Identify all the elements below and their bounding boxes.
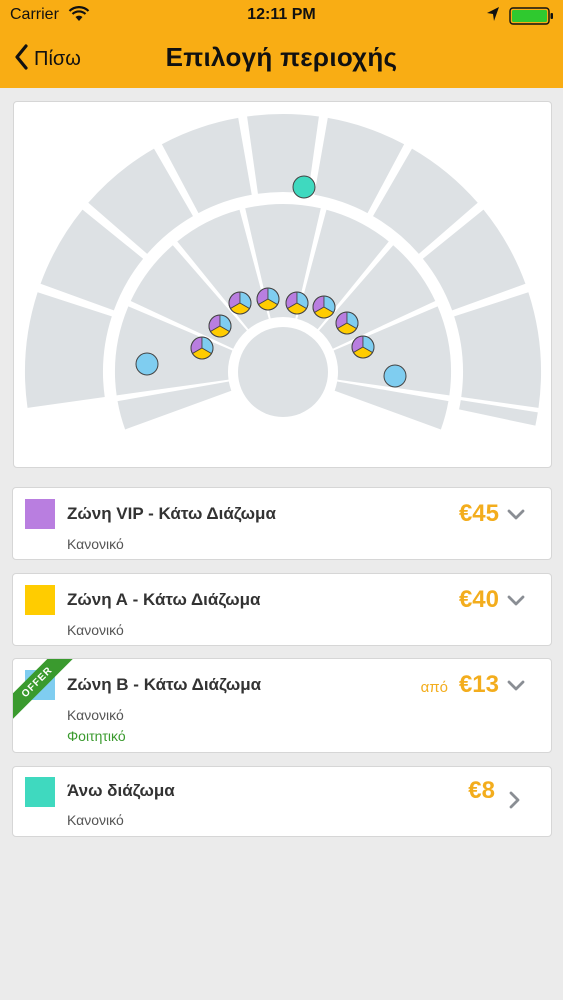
zone-a-ticket-type: Κανονικό [67,622,124,638]
zone-vip-ticket-type: Κανονικό [67,536,124,552]
zone-marker[interactable] [312,295,336,319]
zone-marker[interactable] [228,291,252,315]
zone-marker[interactable] [335,311,359,335]
zone-row-a[interactable]: Ζώνη Α - Κάτω Διάζωμα Κανονικό €40 [12,573,552,646]
zone-upper-ticket-type: Κανονικό [67,812,124,828]
chevron-down-icon[interactable] [507,508,525,526]
theater-map [25,114,541,430]
zone-marker[interactable] [256,287,280,311]
zone-marker[interactable] [208,314,232,338]
zone-a-swatch [25,585,55,615]
zone-row-b[interactable]: OFFER Ζώνη Β - Κάτω Διάζωμα Κανονικό Φοι… [12,658,552,753]
zone-row-upper[interactable]: Άνω διάζωμα Κανονικό €8 [12,766,552,837]
zone-vip-price: €45 [458,500,499,527]
zone-b-ticket-type: Κανονικό [67,707,124,723]
zone-a-price: €40 [458,586,499,613]
status-bar: Carrier 12:11 PM [0,0,563,30]
zone-b-marker[interactable] [135,352,159,376]
outer-sector[interactable] [454,292,541,408]
chevron-right-icon[interactable] [509,791,521,814]
zone-b-student-type: Φοιτητικό [67,728,126,744]
zone-marker[interactable] [285,291,309,315]
zone-b-name: Ζώνη Β - Κάτω Διάζωμα [67,675,262,694]
stage-circle [238,327,328,417]
location-arrow-icon [486,6,500,27]
chevron-down-icon[interactable] [507,679,525,697]
zone-upper-swatch [25,777,55,807]
seating-map [13,101,552,468]
zone-vip-name: Ζώνη VIP - Κάτω Διάζωμα [67,504,276,523]
outer-sector[interactable] [25,292,112,408]
page-title: Επιλογή περιοχής [165,42,398,72]
zone-upper-name: Άνω διάζωμα [67,781,175,800]
zone-b-marker[interactable] [383,364,407,388]
zone-upper-price: €8 [468,777,495,804]
zone-b-from-label: από [420,679,448,696]
zone-marker[interactable] [351,335,375,359]
zone-a-name: Ζώνη Α - Κάτω Διάζωμα [67,590,261,609]
status-time: 12:11 PM [247,6,316,23]
navigation-bar: Πίσω Επιλογή περιοχής [0,30,563,88]
upper-zone-marker[interactable] [292,175,316,199]
chevron-down-icon[interactable] [507,594,525,612]
header-bar: Carrier 12:11 PM Πίσω Επιλογή περιοχής [0,0,563,88]
battery-icon [509,7,555,30]
zone-b-price: €13 [458,671,499,698]
zone-marker[interactable] [190,336,214,360]
zone-row-vip[interactable]: Ζώνη VIP - Κάτω Διάζωμα Κανονικό €45 [12,487,552,560]
zone-vip-swatch [25,499,55,529]
